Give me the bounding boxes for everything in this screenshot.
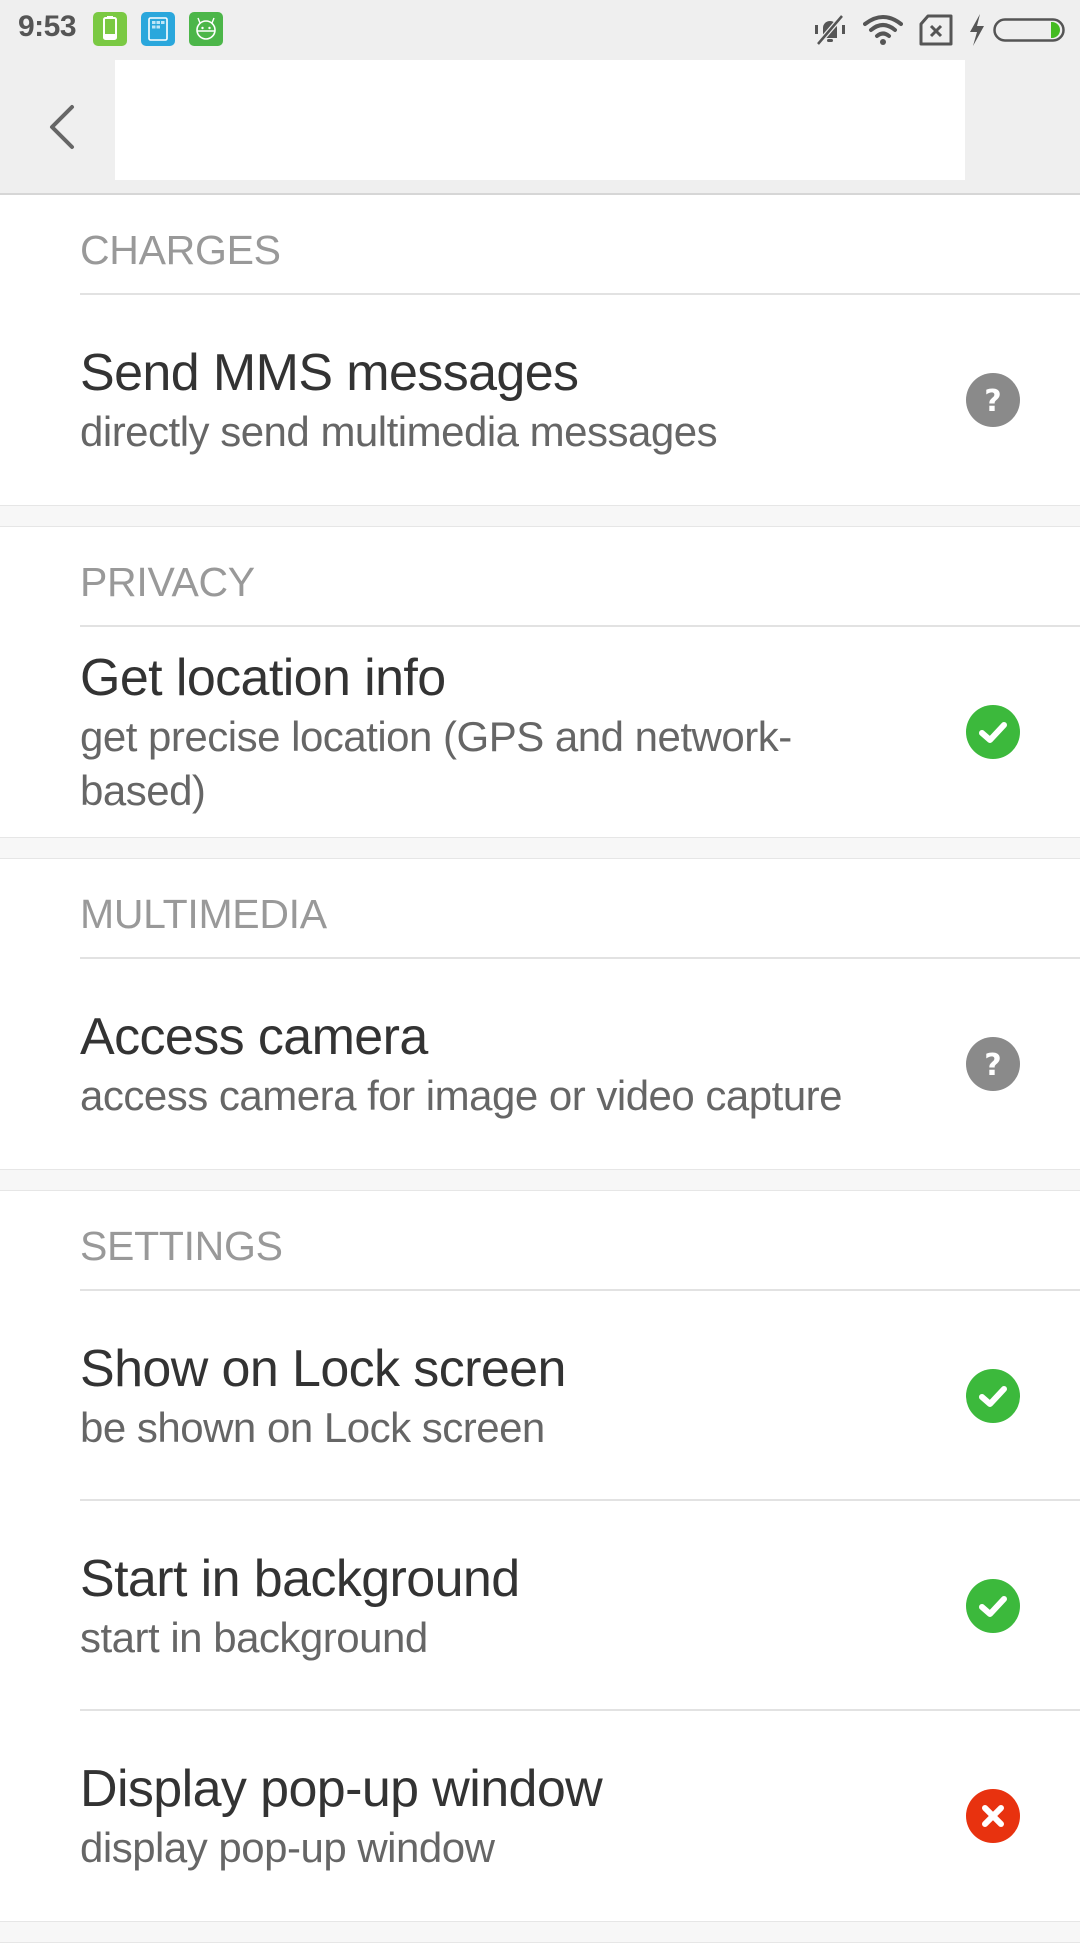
permission-text: Get location info get precise location (G…	[80, 646, 900, 818]
page-title	[115, 48, 965, 180]
permission-title: Send MMS messages	[80, 344, 579, 402]
chevron-left-icon	[50, 105, 74, 149]
section-divider	[0, 837, 1080, 859]
permission-row[interactable]: Show on Lock screen be shown on Lock scre…	[0, 1291, 1080, 1501]
permission-text: Show on Lock screen be shown on Lock scre…	[80, 1337, 900, 1455]
permission-status-button[interactable]: ?	[966, 1037, 1020, 1091]
section-header: CHARGES	[0, 195, 1080, 295]
permission-text: Start in background start in background	[80, 1547, 900, 1665]
permission-row[interactable]: Get location info get precise location (G…	[0, 627, 1080, 837]
permission-status-button[interactable]: ?	[966, 373, 1020, 427]
wifi-icon	[863, 15, 903, 45]
permission-description: directly send multimedia messages	[80, 408, 718, 455]
section-charges: CHARGES Send MMS messages directly send mu…	[0, 195, 1080, 505]
section-header: MULTIMEDIA	[0, 859, 1080, 959]
charging-bolt-icon	[970, 14, 984, 46]
status-bar: 9:53	[0, 0, 1080, 60]
section-divider	[0, 1169, 1080, 1191]
permission-row[interactable]: Access camera access camera for image or …	[0, 959, 1080, 1169]
permission-title: Display pop-up window	[80, 1760, 603, 1818]
grid-app-icon	[141, 12, 175, 46]
permission-description: display pop-up window	[80, 1824, 495, 1871]
section-multimedia: MULTIMEDIA Access camera access camera for…	[0, 859, 1080, 1169]
permission-text: Send MMS messages directly send multimedi…	[80, 341, 900, 459]
permission-description: start in background	[80, 1614, 428, 1661]
permission-title: Access camera	[80, 1008, 428, 1066]
permission-text: Display pop-up window display pop-up wind…	[80, 1757, 900, 1875]
battery-icon	[993, 18, 1065, 42]
permission-description: be shown on Lock screen	[80, 1404, 545, 1451]
section-label: MULTIMEDIA	[80, 891, 327, 937]
bell-off-icon	[815, 14, 845, 46]
battery-app-icon	[93, 12, 127, 46]
section-divider	[0, 1921, 1080, 1943]
permission-status-button[interactable]	[966, 1369, 1020, 1423]
section-settings: SETTINGS Show on Lock screen be shown on L…	[0, 1191, 1080, 1921]
android-app-icon	[189, 12, 223, 46]
section-divider	[0, 505, 1080, 527]
no-sim-icon	[919, 14, 953, 46]
permission-title: Show on Lock screen	[80, 1340, 566, 1398]
permission-status-button[interactable]	[966, 1579, 1020, 1633]
section-label: SETTINGS	[80, 1223, 283, 1269]
section-header: SETTINGS	[0, 1191, 1080, 1291]
permission-title: Start in background	[80, 1550, 520, 1608]
permission-status-button[interactable]	[966, 705, 1020, 759]
permission-row[interactable]: Send MMS messages directly send multimedi…	[0, 295, 1080, 505]
permission-status-button[interactable]	[966, 1789, 1020, 1843]
permission-text: Access camera access camera for image or …	[80, 1005, 900, 1123]
back-button[interactable]	[44, 100, 84, 156]
svg-text:?: ?	[984, 1048, 1001, 1083]
section-label: PRIVACY	[80, 559, 255, 605]
status-time: 9:53	[18, 10, 77, 43]
section-label: CHARGES	[80, 227, 281, 273]
permission-row[interactable]: Start in background start in background	[0, 1501, 1080, 1711]
permission-title: Get location info	[80, 649, 446, 707]
permission-row[interactable]: Display pop-up window display pop-up wind…	[0, 1711, 1080, 1921]
permission-description: get precise location (GPS and network- b…	[80, 713, 792, 814]
section-header: PRIVACY	[0, 527, 1080, 627]
permission-description: access camera for image or video capture	[80, 1072, 843, 1119]
permission-list: CHARGES Send MMS messages directly send mu…	[0, 195, 1080, 1943]
section-privacy: PRIVACY Get location info get precise loca…	[0, 527, 1080, 837]
svg-text:?: ?	[984, 384, 1001, 419]
